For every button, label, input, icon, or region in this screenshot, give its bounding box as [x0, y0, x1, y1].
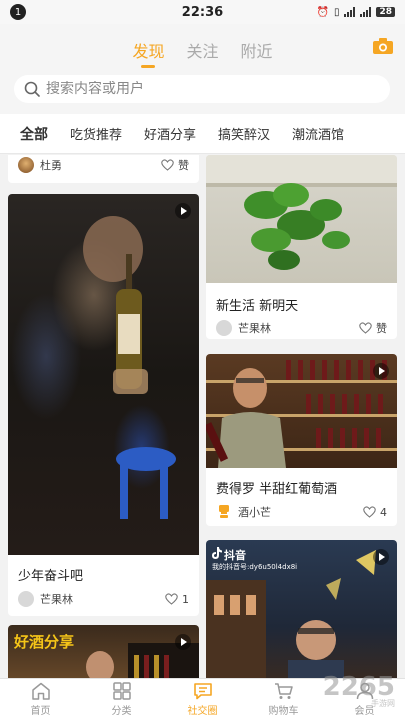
tab-discover[interactable]: 发现	[132, 38, 164, 68]
search-input[interactable]	[46, 81, 346, 97]
card-title: 新生活 新明天	[216, 299, 299, 314]
like-count: 1	[182, 592, 189, 606]
tab-nearby[interactable]: 附近	[241, 38, 273, 68]
wine-shelf-photo	[206, 360, 397, 468]
nav-home[interactable]: 首页	[0, 679, 81, 720]
heart-icon	[165, 593, 178, 605]
feed-card[interactable]: 抖音 我的抖音号:dy6u50l4dx8i	[206, 540, 397, 678]
card-meta: 芒果林 赞	[216, 320, 387, 336]
like-button[interactable]: 赞	[161, 157, 189, 173]
home-icon	[31, 682, 50, 700]
like-count: 赞	[376, 322, 387, 335]
overlay-sub-text: 我的抖音号:dy6u50l4dx8i	[212, 563, 298, 571]
search-bar[interactable]	[14, 75, 390, 103]
cart-icon	[274, 683, 293, 699]
play-icon	[373, 549, 389, 565]
nav-social[interactable]: 社交圈	[162, 679, 243, 720]
overlay-text: 好酒分享	[14, 633, 75, 651]
clock: 22:36	[181, 4, 224, 20]
card-image: 抖音 我的抖音号:dy6u50l4dx8i	[206, 540, 397, 678]
nav-cart[interactable]: 购物车	[243, 679, 324, 720]
like-count: 赞	[178, 159, 189, 172]
card-meta: 芒果林 1	[18, 591, 189, 607]
heart-icon	[359, 322, 372, 334]
bottle-photo	[83, 216, 176, 519]
watermark-logo: 2265 手游网	[323, 672, 395, 709]
card-title: 费得罗 半甜红葡萄酒	[216, 482, 338, 497]
chat-icon	[193, 683, 212, 700]
plant-photo	[206, 155, 397, 270]
play-icon	[175, 203, 191, 219]
category-tabs: 全部 吃货推荐 好酒分享 搞笑醉汉 潮流酒馆	[0, 114, 405, 154]
play-icon	[175, 634, 191, 650]
category-foodie[interactable]: 吃货推荐	[70, 124, 122, 143]
category-wine-share[interactable]: 好酒分享	[144, 124, 196, 143]
card-image	[206, 155, 397, 283]
tab-following[interactable]: 关注	[186, 38, 218, 68]
feed-card[interactable]: 少年奋斗吧 芒果林 1	[8, 194, 199, 616]
author-name: 芒果林	[40, 593, 73, 606]
author-name: 酒小芒	[238, 506, 271, 519]
category-all[interactable]: 全部	[20, 124, 48, 144]
card-meta: 酒小芒 4	[216, 504, 387, 520]
avatar	[219, 505, 229, 518]
nav-category[interactable]: 分类	[81, 679, 162, 720]
camera-icon[interactable]	[373, 38, 393, 54]
search-icon	[24, 81, 40, 97]
card-image: 好酒分享	[8, 625, 199, 678]
nav-cart-label: 购物车	[268, 706, 299, 717]
avatar	[216, 320, 232, 336]
feed-card[interactable]: 杜勇 赞	[8, 155, 199, 183]
nav-social-label: 社交圈	[187, 706, 218, 717]
top-tabs: 发现 关注 附近	[0, 38, 405, 68]
category-funny-drunk[interactable]: 搞笑醉汉	[218, 124, 270, 143]
like-button[interactable]: 赞	[359, 320, 387, 336]
like-button[interactable]: 4	[363, 506, 387, 519]
card-meta: 杜勇 赞	[18, 157, 189, 173]
card-image	[206, 354, 397, 468]
author-name: 杜勇	[40, 159, 62, 172]
card-image	[8, 194, 199, 555]
nav-home-label: 首页	[30, 706, 51, 717]
play-icon	[373, 363, 389, 379]
header: 发现 关注 附近	[0, 24, 405, 114]
avatar	[18, 157, 34, 173]
like-button[interactable]: 1	[165, 593, 189, 606]
avatar	[18, 591, 34, 607]
heart-icon	[363, 506, 376, 518]
card-title: 少年奋斗吧	[18, 569, 84, 584]
grid-icon	[112, 682, 131, 700]
tiktok-logo-icon	[212, 547, 222, 559]
feed-card[interactable]: 费得罗 半甜红葡萄酒 酒小芒 4	[206, 354, 397, 526]
like-count: 4	[380, 505, 387, 519]
author-name: 芒果林	[238, 322, 271, 335]
overlay-text: 抖音	[224, 549, 246, 562]
nav-category-label: 分类	[111, 706, 132, 717]
status-bar: 1 22:36 ⏰ ▯ 28	[0, 0, 405, 24]
feed: 杜勇 赞 少年奋斗吧 芒果林 1 好酒分享 新生活 新明天 芒果林 赞 费得罗 …	[0, 155, 405, 678]
feed-card[interactable]: 新生活 新明天 芒果林 赞	[206, 155, 397, 339]
feed-card[interactable]: 好酒分享	[8, 625, 199, 678]
heart-icon	[161, 159, 174, 171]
category-trendy-bar[interactable]: 潮流酒馆	[292, 124, 344, 143]
